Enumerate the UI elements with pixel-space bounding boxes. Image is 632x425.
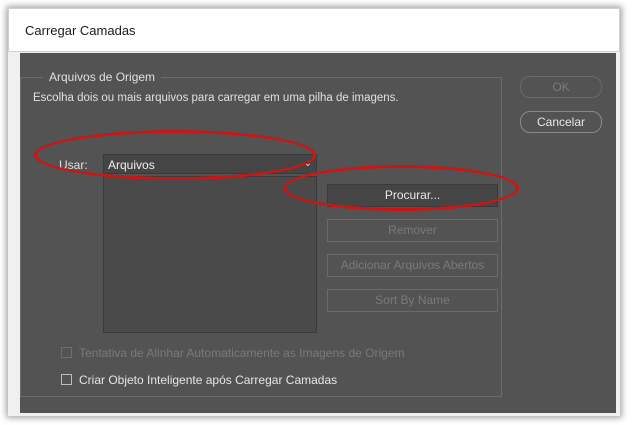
chevron-down-icon: ⌄ (303, 158, 312, 169)
source-files-group: Arquivos de Origem Escolha dois ou mais … (20, 70, 502, 397)
cancel-button[interactable]: Cancelar (520, 111, 602, 133)
use-select[interactable]: Arquivos ⌄ (103, 154, 317, 174)
smart-object-label: Criar Objeto Inteligente após Carregar C… (79, 373, 338, 387)
remove-button[interactable]: Remover (327, 219, 498, 242)
ok-button[interactable]: OK (520, 76, 602, 98)
group-description: Escolha dois ou mais arquivos para carre… (33, 92, 399, 104)
file-list[interactable] (103, 176, 317, 333)
use-label: Usar: (59, 158, 88, 172)
sort-by-name-button[interactable]: Sort By Name (327, 289, 498, 312)
title-bar: Carregar Camadas (8, 8, 620, 52)
window-title: Carregar Camadas (25, 23, 136, 38)
add-open-files-button[interactable]: Adicionar Arquivos Abertos (327, 254, 498, 277)
dialog-window: Carregar Camadas Arquivos de Origem Esco… (8, 8, 620, 416)
auto-align-checkbox[interactable] (61, 347, 72, 358)
browse-button[interactable]: Procurar... (327, 184, 498, 207)
smart-object-checkbox[interactable] (61, 374, 72, 385)
auto-align-label: Tentativa de Alinhar Automaticamente as … (79, 346, 405, 360)
group-title: Arquivos de Origem (43, 70, 162, 84)
use-select-value: Arquivos (108, 158, 155, 172)
dialog-content: Arquivos de Origem Escolha dois ou mais … (20, 53, 616, 413)
